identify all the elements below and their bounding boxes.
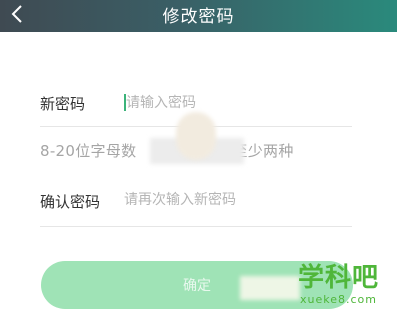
header-bar: 修改密码 (0, 0, 397, 32)
new-password-input[interactable] (126, 92, 346, 114)
confirm-button-label: 确定 (183, 278, 211, 294)
watermark-url: xueke8.com (300, 293, 377, 306)
divider (40, 226, 352, 227)
page-title: 修改密码 (162, 6, 235, 27)
confirm-password-input[interactable] (124, 189, 346, 211)
hint-text-prefix: 8-20位字母数 (40, 142, 137, 160)
redaction-blur (240, 276, 300, 300)
change-password-screen: 修改密码 新密码 8-20位字母数至少两种 确认密码 确定 学科吧 xueke8… (0, 0, 397, 310)
redaction-blur (176, 112, 216, 160)
confirm-password-label: 确认密码 (40, 193, 101, 211)
watermark-logo: 学科吧 (298, 263, 380, 293)
new-password-label: 新密码 (40, 95, 86, 113)
